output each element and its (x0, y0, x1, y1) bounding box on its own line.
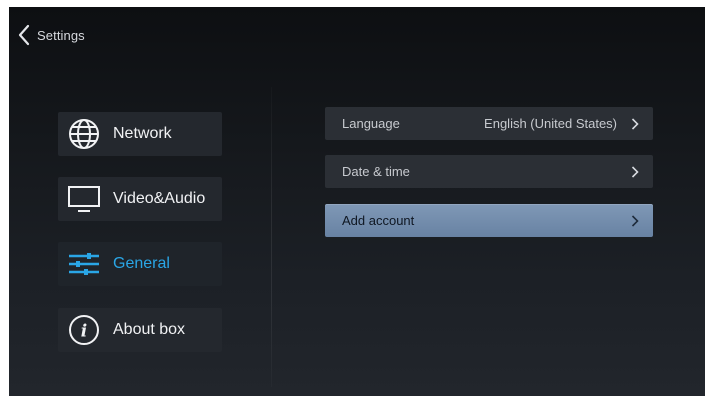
chevron-left-icon (17, 24, 31, 46)
monitor-icon (67, 182, 101, 216)
add-account-row[interactable]: Add account (325, 204, 653, 237)
sidebar-item-label: General (113, 255, 170, 272)
settings-screen: Settings Network Video&Audio General i A… (9, 7, 705, 396)
sidebar-item-network[interactable]: Network (58, 112, 222, 156)
row-label: Add account (342, 213, 415, 228)
back-button[interactable]: Settings (17, 20, 85, 50)
sliders-icon (67, 247, 101, 281)
language-value: English (United States) (484, 116, 617, 131)
top-bar: Settings (9, 7, 705, 63)
sidebar-item-general[interactable]: General (58, 242, 222, 286)
info-icon: i (67, 313, 101, 347)
svg-text:i: i (81, 322, 87, 342)
language-row[interactable]: Language English (United States) (325, 107, 653, 140)
sidebar-item-video-audio[interactable]: Video&Audio (58, 177, 222, 221)
globe-icon (67, 117, 101, 151)
chevron-right-icon (631, 165, 639, 178)
sidebar-item-about-box[interactable]: i About box (58, 308, 222, 352)
row-label: Date & time (342, 164, 410, 179)
panel-divider (271, 87, 272, 387)
sidebar-item-label: About box (113, 321, 186, 338)
chevron-right-icon (631, 117, 639, 130)
row-label: Language (342, 116, 400, 131)
chevron-right-icon (631, 214, 639, 227)
date-time-row[interactable]: Date & time (325, 155, 653, 188)
sidebar-item-label: Network (113, 125, 172, 142)
page-title: Settings (37, 27, 85, 43)
sidebar-item-label: Video&Audio (113, 190, 206, 207)
